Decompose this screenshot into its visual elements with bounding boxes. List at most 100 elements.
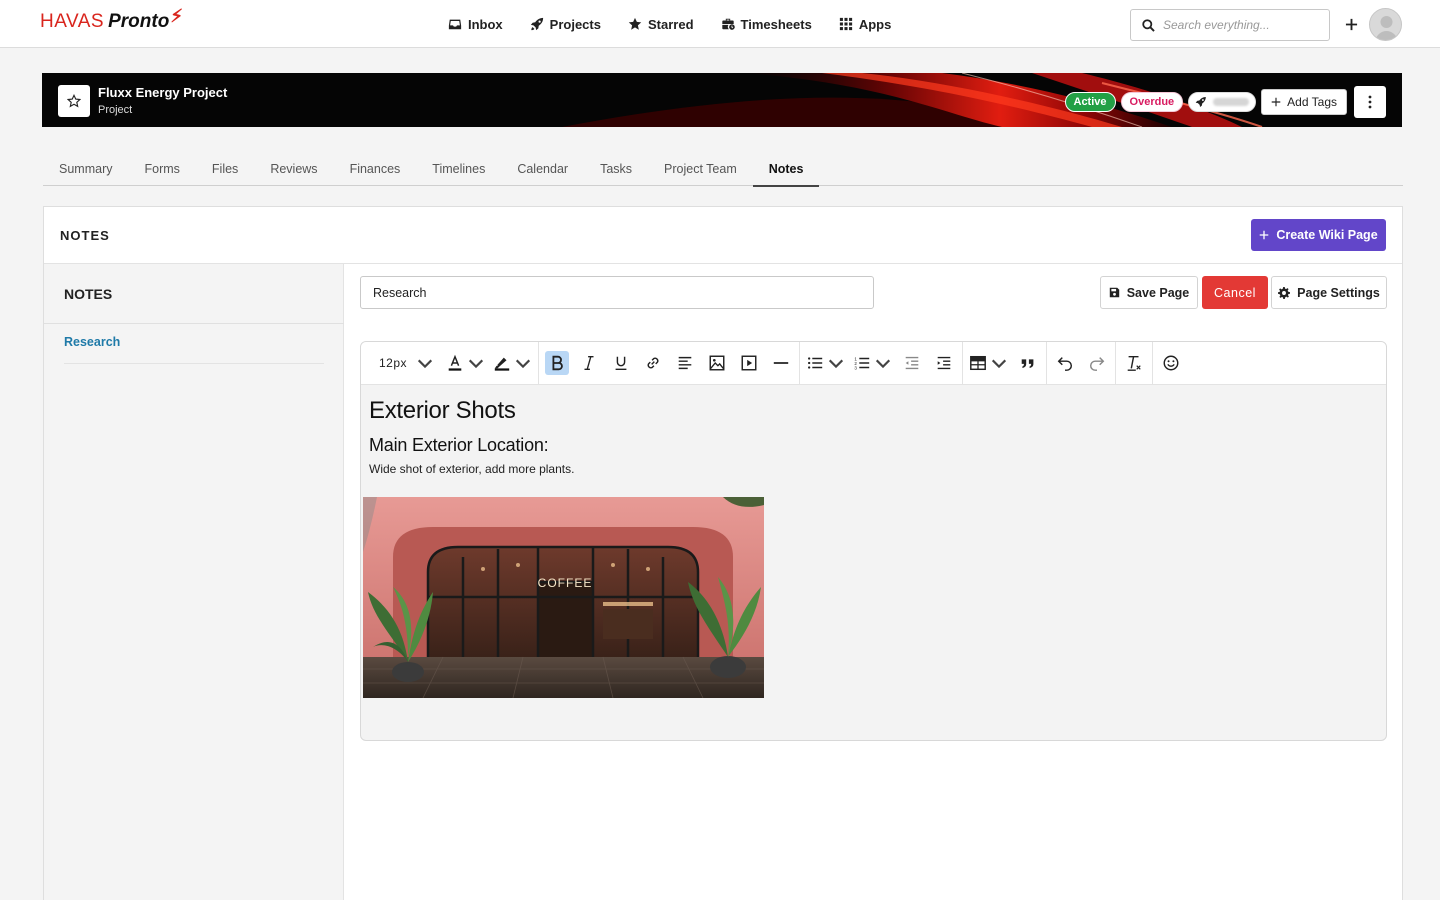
- project-banner: Fluxx Energy Project Project Active Over…: [42, 73, 1402, 127]
- create-plus-button[interactable]: [1340, 12, 1362, 36]
- font-size-dropdown[interactable]: 12px: [375, 351, 438, 375]
- nav-apps[interactable]: Apps: [839, 16, 892, 32]
- save-page-label: Save Page: [1126, 285, 1190, 300]
- italic-button[interactable]: [577, 351, 601, 375]
- cancel-button[interactable]: Cancel: [1202, 276, 1268, 309]
- bold-button[interactable]: [545, 351, 570, 375]
- nav-apps-label: Apps: [858, 16, 892, 32]
- smiley-icon: [1163, 355, 1179, 371]
- divider: [64, 363, 324, 364]
- project-id-badge[interactable]: [1188, 92, 1257, 112]
- svg-text:3: 3: [854, 365, 857, 370]
- notes-sidebar: NOTES Research: [44, 264, 344, 900]
- emoji-button[interactable]: [1159, 351, 1183, 375]
- insert-video-button[interactable]: [737, 351, 761, 375]
- rich-text-editor: 12px 1 2 3 Exterior Shots Main Exterior …: [360, 341, 1387, 741]
- redacted-project-id: [1212, 98, 1250, 106]
- tab-tasks[interactable]: Tasks: [584, 152, 648, 186]
- highlight-color-dropdown[interactable]: [493, 351, 532, 375]
- tab-summary[interactable]: Summary: [43, 152, 128, 186]
- nav-starred[interactable]: Starred: [628, 17, 694, 32]
- outdent-icon: [905, 356, 919, 370]
- align-button[interactable]: [673, 351, 697, 375]
- indent-icon: [937, 356, 951, 370]
- content-heading-2: Main Exterior Location:: [369, 435, 549, 455]
- tab-finances[interactable]: Finances: [334, 152, 417, 186]
- main-nav: Inbox Projects Starred Timesheets Apps: [448, 0, 891, 48]
- create-wiki-page-label: Create Wiki Page: [1276, 228, 1378, 242]
- coffee-shop-illustration: COFFEE: [363, 497, 764, 698]
- tab-files[interactable]: Files: [196, 152, 254, 186]
- horizontal-rule-icon: [773, 362, 789, 364]
- highlighter-icon: [494, 357, 510, 371]
- toolbar-group-insert: [963, 342, 1048, 385]
- editor-content[interactable]: Exterior Shots Main Exterior Location: W…: [369, 397, 574, 476]
- redo-button[interactable]: [1085, 351, 1109, 375]
- blockquote-button[interactable]: [1016, 351, 1040, 375]
- tab-notes[interactable]: Notes: [752, 152, 820, 187]
- star-outline-icon: [67, 94, 81, 108]
- coffee-shop-exterior-image[interactable]: COFFEE: [363, 497, 764, 698]
- chevron-down-icon: [875, 359, 891, 369]
- quote-icon: [1021, 359, 1034, 368]
- underline-button[interactable]: [609, 351, 633, 375]
- italic-icon: [584, 356, 594, 370]
- content-heading-1: Exterior Shots: [369, 397, 516, 424]
- project-badges: Active Overdue Add Tags: [1064, 86, 1386, 118]
- numbered-list-dropdown[interactable]: 123: [853, 351, 892, 375]
- search-input[interactable]: [1163, 18, 1313, 32]
- outdent-button[interactable]: [900, 351, 924, 375]
- page-settings-label: Page Settings: [1297, 285, 1380, 300]
- create-wiki-page-button[interactable]: Create Wiki Page: [1251, 219, 1386, 251]
- tab-project-team[interactable]: Project Team: [648, 152, 753, 186]
- project-more-menu-button[interactable]: [1354, 86, 1386, 118]
- global-search[interactable]: [1130, 9, 1330, 41]
- clear-formatting-button[interactable]: [1122, 351, 1146, 375]
- lightning-bolt-icon: ⚡︎: [170, 6, 183, 26]
- notes-page-link-research[interactable]: Research: [64, 335, 120, 349]
- status-badge-overdue[interactable]: Overdue: [1120, 92, 1184, 112]
- nav-projects-label: Projects: [549, 16, 601, 32]
- nav-inbox[interactable]: Inbox: [448, 17, 503, 32]
- user-avatar[interactable]: [1369, 8, 1402, 41]
- status-badge-active[interactable]: Active: [1064, 92, 1116, 112]
- underline-icon: [615, 356, 627, 371]
- chevron-down-icon: [515, 359, 531, 369]
- link-button[interactable]: [641, 351, 665, 375]
- font-color-dropdown[interactable]: [446, 351, 485, 375]
- tab-forms[interactable]: Forms: [128, 152, 195, 186]
- clear-formatting-icon: [1127, 355, 1141, 371]
- notes-panel: NOTES Create Wiki Page NOTES Research Sa…: [43, 206, 1403, 900]
- indent-button[interactable]: [932, 351, 956, 375]
- nav-timesheets[interactable]: Timesheets: [721, 17, 812, 32]
- havas-pronto-logo[interactable]: HAVAS Pronto ⚡︎: [40, 6, 183, 35]
- tab-reviews[interactable]: Reviews: [254, 152, 333, 186]
- add-tags-button[interactable]: Add Tags: [1261, 89, 1347, 115]
- image-icon: [709, 355, 725, 371]
- chevron-down-icon: [991, 359, 1007, 369]
- rocket-icon: [530, 17, 543, 31]
- chevron-down-icon: [828, 359, 844, 369]
- undo-icon: [1057, 357, 1073, 371]
- insert-table-dropdown[interactable]: [969, 351, 1008, 375]
- page-title-input[interactable]: [360, 276, 874, 309]
- nav-starred-label: Starred: [647, 16, 694, 32]
- undo-button[interactable]: [1053, 351, 1077, 375]
- nav-projects[interactable]: Projects: [530, 17, 601, 32]
- notes-sidebar-title: NOTES: [64, 286, 113, 302]
- grid-icon: [839, 17, 852, 31]
- tab-timelines[interactable]: Timelines: [416, 152, 501, 186]
- divider: [44, 323, 344, 324]
- insert-image-button[interactable]: [705, 351, 729, 375]
- tab-calendar[interactable]: Calendar: [501, 152, 584, 186]
- toolbar-group-lists: 123: [800, 342, 964, 385]
- notes-panel-title: NOTES: [60, 228, 110, 243]
- horizontal-rule-button[interactable]: [769, 351, 793, 375]
- bullet-list-dropdown[interactable]: [806, 351, 845, 375]
- favorite-project-button[interactable]: [58, 85, 90, 117]
- toolbar-group-format: [539, 342, 801, 385]
- font-color-icon: [448, 354, 462, 371]
- page-settings-button[interactable]: Page Settings: [1271, 276, 1387, 309]
- save-page-button[interactable]: Save Page: [1100, 276, 1198, 309]
- gear-icon: [1278, 286, 1291, 299]
